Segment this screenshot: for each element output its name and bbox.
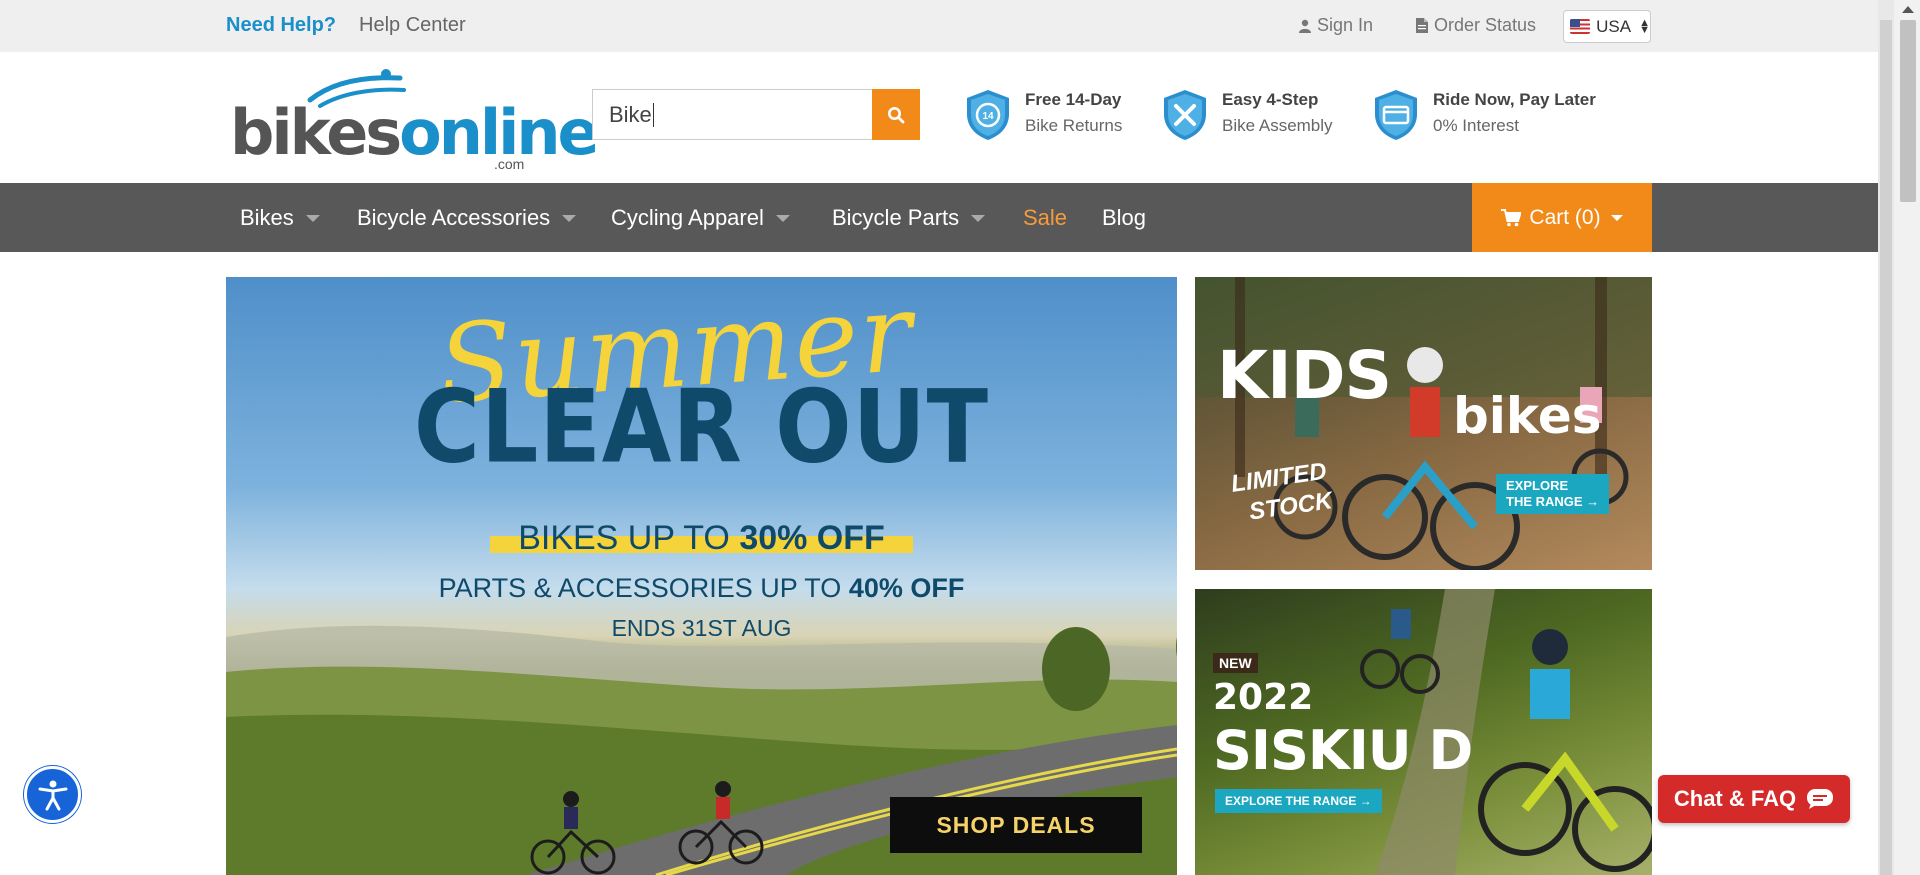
chevron-down-icon <box>775 214 790 222</box>
kids-explore-line2: THE RANGE → <box>1506 494 1600 509</box>
search-input-value: Bike <box>609 101 652 127</box>
search-input[interactable]: Bike <box>592 89 873 140</box>
logo-dotcom: .com <box>494 156 525 172</box>
usp-assembly-subtitle: Bike Assembly <box>1222 116 1333 135</box>
site-logo[interactable]: bikesonline .com <box>230 66 600 176</box>
bikes-offer-text: BIKES UP TO <box>518 519 740 557</box>
usp-assembly[interactable]: Easy 4-Step Bike Assembly <box>1162 88 1333 142</box>
chat-faq-button[interactable]: Chat & FAQ <box>1658 775 1850 823</box>
hero-bikes-offer: BIKES UP TO 30% OFF <box>226 519 1177 558</box>
hero-end-date: ENDS 31ST AUG <box>611 615 792 641</box>
usp-returns-subtitle: Bike Returns <box>1025 116 1123 135</box>
accessibility-icon <box>38 780 67 810</box>
parts-offer-percent: 40% OFF <box>848 573 965 603</box>
top-utility-bar: Need Help? Help Center Sign In Order Sta… <box>0 0 1878 52</box>
nav-item-label: Bicycle Accessories <box>357 205 551 230</box>
nav-item-bicycle-accessories[interactable]: Bicycle Accessories <box>357 205 577 231</box>
siskiu-year: 2022 <box>1213 677 1314 718</box>
logo-wordmark: bikesonline <box>230 96 600 169</box>
text-caret <box>652 102 654 127</box>
scrollbar-thumb[interactable] <box>1900 20 1916 202</box>
tools-shield-icon <box>1164 90 1206 140</box>
scroll-up-arrow-icon[interactable] <box>1902 6 1914 13</box>
search-button[interactable] <box>872 89 920 140</box>
cart-button[interactable]: Cart (0) <box>1472 183 1652 252</box>
hero-title: CLEAR OUT <box>413 368 990 487</box>
nav-item-sale[interactable]: Sale <box>1023 205 1067 231</box>
svg-text:14: 14 <box>982 111 994 122</box>
order-status-label: Order Status <box>1434 15 1537 35</box>
hero-parts-offer: PARTS & ACCESSORIES UP TO 40% OFF <box>226 573 1177 604</box>
country-select[interactable]: USA ▲ ▼ <box>1563 10 1651 43</box>
sign-in-label: Sign In <box>1317 15 1374 35</box>
nav-item-bicycle-parts[interactable]: Bicycle Parts <box>832 205 986 231</box>
usp-pay-later-subtitle: 0% Interest <box>1433 116 1519 135</box>
siskiu-title: SISKIU D <box>1213 719 1473 782</box>
document-icon <box>1416 18 1428 33</box>
nav-item-cycling-apparel[interactable]: Cycling Apparel <box>611 205 790 231</box>
kids-bikes-title: bikes <box>1453 387 1602 445</box>
bikes-offer-percent: 30% OFF <box>739 519 885 557</box>
returns-shield-icon: 14 <box>967 90 1009 140</box>
page-scrollbar[interactable] <box>1878 0 1920 875</box>
nav-item-label: Bicycle Parts <box>832 205 960 230</box>
shopping-cart-icon <box>1501 208 1522 226</box>
user-icon <box>1299 19 1311 33</box>
chat-bubble-icon <box>1807 789 1834 809</box>
usp-assembly-title: Easy 4-Step <box>1222 90 1319 109</box>
nav-item-label: Sale <box>1023 205 1068 230</box>
order-status-link[interactable]: Order Status <box>1416 15 1536 36</box>
hero-banner[interactable]: Summer CLEAR OUT BIKES UP TO 30% OFF PAR… <box>226 277 1177 875</box>
help-center-link[interactable]: Help Center <box>359 14 466 37</box>
chevron-down-icon <box>562 214 577 222</box>
kids-explore-button[interactable]: EXPLORE THE RANGE → <box>1496 474 1610 514</box>
site-header: bikesonline .com Bike 14 Free 14-Day Bik… <box>0 52 1878 183</box>
siskiu-explore-button[interactable]: EXPLORE THE RANGE → <box>1215 789 1382 813</box>
chat-faq-label: Chat & FAQ <box>1673 786 1797 811</box>
nav-item-label: Cycling Apparel <box>611 205 764 230</box>
cart-label: Cart (0) <box>1529 205 1601 229</box>
search-icon <box>888 106 905 123</box>
parts-offer-text: PARTS & ACCESSORIES UP TO <box>438 573 849 603</box>
nav-item-blog[interactable]: Blog <box>1102 205 1146 231</box>
need-help-link[interactable]: Need Help? <box>226 14 336 37</box>
card-shield-icon <box>1375 90 1417 140</box>
select-arrows-icon: ▲ ▼ <box>1639 16 1650 36</box>
usp-pay-later[interactable]: Ride Now, Pay Later 0% Interest <box>1373 88 1596 142</box>
nav-item-label: Blog <box>1102 205 1147 230</box>
chevron-down-icon <box>1610 214 1623 221</box>
new-badge: NEW <box>1213 653 1258 673</box>
usp-pay-later-title: Ride Now, Pay Later <box>1433 90 1596 109</box>
usp-returns-title: Free 14-Day <box>1025 90 1122 109</box>
usp-returns[interactable]: 14 Free 14-Day Bike Returns <box>965 88 1122 142</box>
kids-title: KIDS <box>1217 337 1392 414</box>
nav-item-label: Bikes <box>240 205 294 230</box>
nav-item-bikes[interactable]: Bikes <box>240 205 320 231</box>
country-label: USA <box>1596 16 1632 36</box>
shop-deals-button[interactable]: SHOP DEALS <box>890 797 1142 853</box>
scrollbar-inner-thumb[interactable] <box>1880 20 1892 875</box>
siskiu-promo[interactable]: NEW 2022 SISKIU D EXPLORE THE RANGE → <box>1195 589 1652 875</box>
chevron-down-icon <box>971 214 986 222</box>
sign-in-link[interactable]: Sign In <box>1299 15 1373 36</box>
us-flag-icon <box>1570 19 1591 34</box>
main-nav: Bikes Bicycle Accessories Cycling Appare… <box>0 183 1878 252</box>
chevron-down-icon <box>305 214 320 222</box>
kids-explore-line1: EXPLORE <box>1506 478 1569 493</box>
logo-text-bikes: bikes <box>230 96 402 169</box>
accessibility-button[interactable] <box>24 766 81 823</box>
kids-bikes-promo[interactable]: KIDS bikes LIMITED STOCK EXPLORE THE RAN… <box>1195 277 1652 570</box>
